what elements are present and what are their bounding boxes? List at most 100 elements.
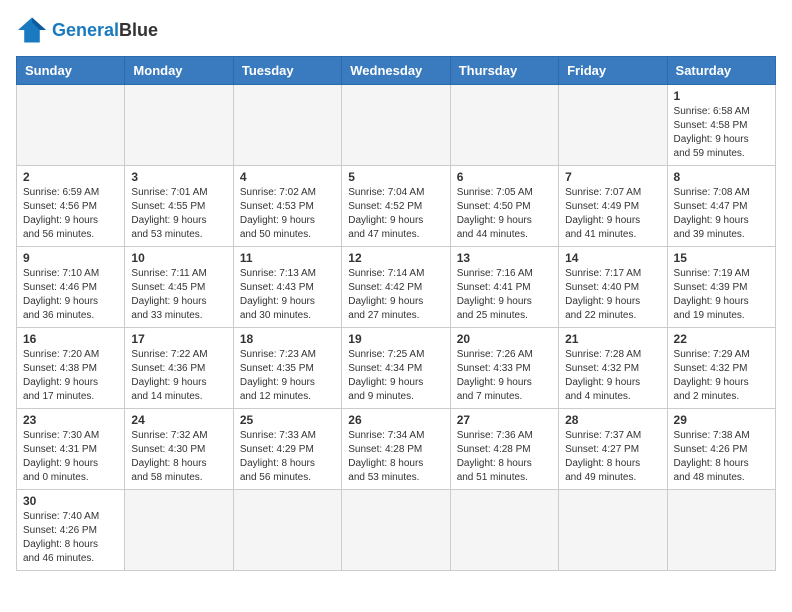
day-info: Sunrise: 7:05 AMSunset: 4:50 PMDaylight:… [457,186,552,242]
weekday-header-sunday: Sunday [17,57,125,85]
day-info: Sunrise: 7:34 AMSunset: 4:28 PMDaylight:… [348,429,443,485]
weekday-header-thursday: Thursday [450,57,558,85]
calendar-cell: 7Sunrise: 7:07 AMSunset: 4:49 PMDaylight… [559,166,667,247]
day-info: Sunrise: 6:58 AMSunset: 4:58 PMDaylight:… [674,105,769,161]
calendar-cell: 8 Sunrise: 7:08 AMSunset: 4:47 PMDaylight… [667,166,775,247]
day-number: 10 [131,251,226,265]
day-number: 1 [674,89,769,103]
day-info: Sunrise: 6:59 AMSunset: 4:56 PMDaylight:… [23,186,118,242]
day-info: Sunrise: 7:36 AMSunset: 4:28 PMDaylight:… [457,429,552,485]
weekday-header-friday: Friday [559,57,667,85]
day-number: 3 [131,170,226,184]
calendar-cell: 3Sunrise: 7:01 AMSunset: 4:55 PMDaylight… [125,166,233,247]
calendar-cell [667,490,775,571]
day-number: 18 [240,332,335,346]
calendar-cell: 26 Sunrise: 7:34 AMSunset: 4:28 PMDayligh… [342,409,450,490]
day-info: Sunrise: 7:14 AMSunset: 4:42 PMDaylight:… [348,267,443,323]
day-info: Sunrise: 7:02 AMSunset: 4:53 PMDaylight:… [240,186,335,242]
calendar-cell [342,85,450,166]
day-number: 19 [348,332,443,346]
weekday-header-saturday: Saturday [667,57,775,85]
calendar-cell: 19 Sunrise: 7:25 AMSunset: 4:34 PMDayligh… [342,328,450,409]
weekday-header-monday: Monday [125,57,233,85]
calendar-cell: 13 Sunrise: 7:16 AMSunset: 4:41 PMDayligh… [450,247,558,328]
calendar-cell: 29 Sunrise: 7:38 AMSunset: 4:26 PMDayligh… [667,409,775,490]
day-number: 2 [23,170,118,184]
day-number: 17 [131,332,226,346]
calendar-cell: 5 Sunrise: 7:04 AMSunset: 4:52 PMDaylight… [342,166,450,247]
logo: GeneralBlue [16,16,158,44]
calendar-cell: 15Sunrise: 7:19 AMSunset: 4:39 PMDayligh… [667,247,775,328]
calendar-cell: 30 Sunrise: 7:40 AMSunset: 4:26 PMDayligh… [17,490,125,571]
day-info: Sunrise: 7:20 AMSunset: 4:38 PMDaylight:… [23,348,118,404]
day-number: 29 [674,413,769,427]
day-info: Sunrise: 7:04 AMSunset: 4:52 PMDaylight:… [348,186,443,242]
day-info: Sunrise: 7:30 AMSunset: 4:31 PMDaylight:… [23,429,118,485]
day-number: 7 [565,170,660,184]
day-info: Sunrise: 7:22 AMSunset: 4:36 PMDaylight:… [131,348,226,404]
calendar-cell: 24Sunrise: 7:32 AMSunset: 4:30 PMDayligh… [125,409,233,490]
calendar-cell: 11Sunrise: 7:13 AMSunset: 4:43 PMDayligh… [233,247,341,328]
calendar-cell: 10 Sunrise: 7:11 AMSunset: 4:45 PMDayligh… [125,247,233,328]
calendar-cell: 2 Sunrise: 6:59 AMSunset: 4:56 PMDaylight… [17,166,125,247]
day-info: Sunrise: 7:16 AMSunset: 4:41 PMDaylight:… [457,267,552,323]
weekday-header-wednesday: Wednesday [342,57,450,85]
day-number: 9 [23,251,118,265]
day-info: Sunrise: 7:40 AMSunset: 4:26 PMDaylight:… [23,510,118,566]
calendar-cell: 18 Sunrise: 7:23 AMSunset: 4:35 PMDayligh… [233,328,341,409]
calendar-cell: 27Sunrise: 7:36 AMSunset: 4:28 PMDayligh… [450,409,558,490]
day-number: 4 [240,170,335,184]
day-number: 21 [565,332,660,346]
day-info: Sunrise: 7:37 AMSunset: 4:27 PMDaylight:… [565,429,660,485]
calendar-cell: 25 Sunrise: 7:33 AMSunset: 4:29 PMDayligh… [233,409,341,490]
calendar-cell [559,85,667,166]
calendar-cell [17,85,125,166]
day-number: 25 [240,413,335,427]
calendar-cell: 14Sunrise: 7:17 AMSunset: 4:40 PMDayligh… [559,247,667,328]
calendar-cell [559,490,667,571]
calendar-cell: 16 Sunrise: 7:20 AMSunset: 4:38 PMDayligh… [17,328,125,409]
calendar-week-row: 30 Sunrise: 7:40 AMSunset: 4:26 PMDayligh… [17,490,776,571]
day-info: Sunrise: 7:19 AMSunset: 4:39 PMDaylight:… [674,267,769,323]
day-info: Sunrise: 7:32 AMSunset: 4:30 PMDaylight:… [131,429,226,485]
calendar-cell: 12 Sunrise: 7:14 AMSunset: 4:42 PMDayligh… [342,247,450,328]
day-info: Sunrise: 7:23 AMSunset: 4:35 PMDaylight:… [240,348,335,404]
day-number: 14 [565,251,660,265]
day-number: 13 [457,251,552,265]
calendar-cell [125,490,233,571]
day-info: Sunrise: 7:33 AMSunset: 4:29 PMDaylight:… [240,429,335,485]
calendar-cell [233,85,341,166]
day-number: 26 [348,413,443,427]
day-number: 23 [23,413,118,427]
weekday-header-tuesday: Tuesday [233,57,341,85]
calendar-cell: 9 Sunrise: 7:10 AMSunset: 4:46 PMDaylight… [17,247,125,328]
calendar-cell: 23 Sunrise: 7:30 AMSunset: 4:31 PMDayligh… [17,409,125,490]
calendar-cell [342,490,450,571]
day-info: Sunrise: 7:38 AMSunset: 4:26 PMDaylight:… [674,429,769,485]
calendar-cell: 1 Sunrise: 6:58 AMSunset: 4:58 PMDaylight… [667,85,775,166]
calendar-cell: 21Sunrise: 7:28 AMSunset: 4:32 PMDayligh… [559,328,667,409]
day-number: 5 [348,170,443,184]
day-number: 8 [674,170,769,184]
calendar-week-row: 23 Sunrise: 7:30 AMSunset: 4:31 PMDayligh… [17,409,776,490]
calendar-cell: 20Sunrise: 7:26 AMSunset: 4:33 PMDayligh… [450,328,558,409]
calendar-cell [450,490,558,571]
day-info: Sunrise: 7:11 AMSunset: 4:45 PMDaylight:… [131,267,226,323]
calendar-cell [233,490,341,571]
day-number: 16 [23,332,118,346]
page-header: GeneralBlue [16,16,776,44]
day-info: Sunrise: 7:08 AMSunset: 4:47 PMDaylight:… [674,186,769,242]
day-number: 22 [674,332,769,346]
day-info: Sunrise: 7:29 AMSunset: 4:32 PMDaylight:… [674,348,769,404]
calendar-cell: 4 Sunrise: 7:02 AMSunset: 4:53 PMDaylight… [233,166,341,247]
calendar-week-row: 2 Sunrise: 6:59 AMSunset: 4:56 PMDaylight… [17,166,776,247]
day-number: 12 [348,251,443,265]
calendar-week-row: 9 Sunrise: 7:10 AMSunset: 4:46 PMDaylight… [17,247,776,328]
calendar-cell [450,85,558,166]
logo-icon [16,16,48,44]
day-number: 30 [23,494,118,508]
day-info: Sunrise: 7:10 AMSunset: 4:46 PMDaylight:… [23,267,118,323]
calendar-cell: 6Sunrise: 7:05 AMSunset: 4:50 PMDaylight… [450,166,558,247]
calendar-cell: 22 Sunrise: 7:29 AMSunset: 4:32 PMDayligh… [667,328,775,409]
day-info: Sunrise: 7:25 AMSunset: 4:34 PMDaylight:… [348,348,443,404]
